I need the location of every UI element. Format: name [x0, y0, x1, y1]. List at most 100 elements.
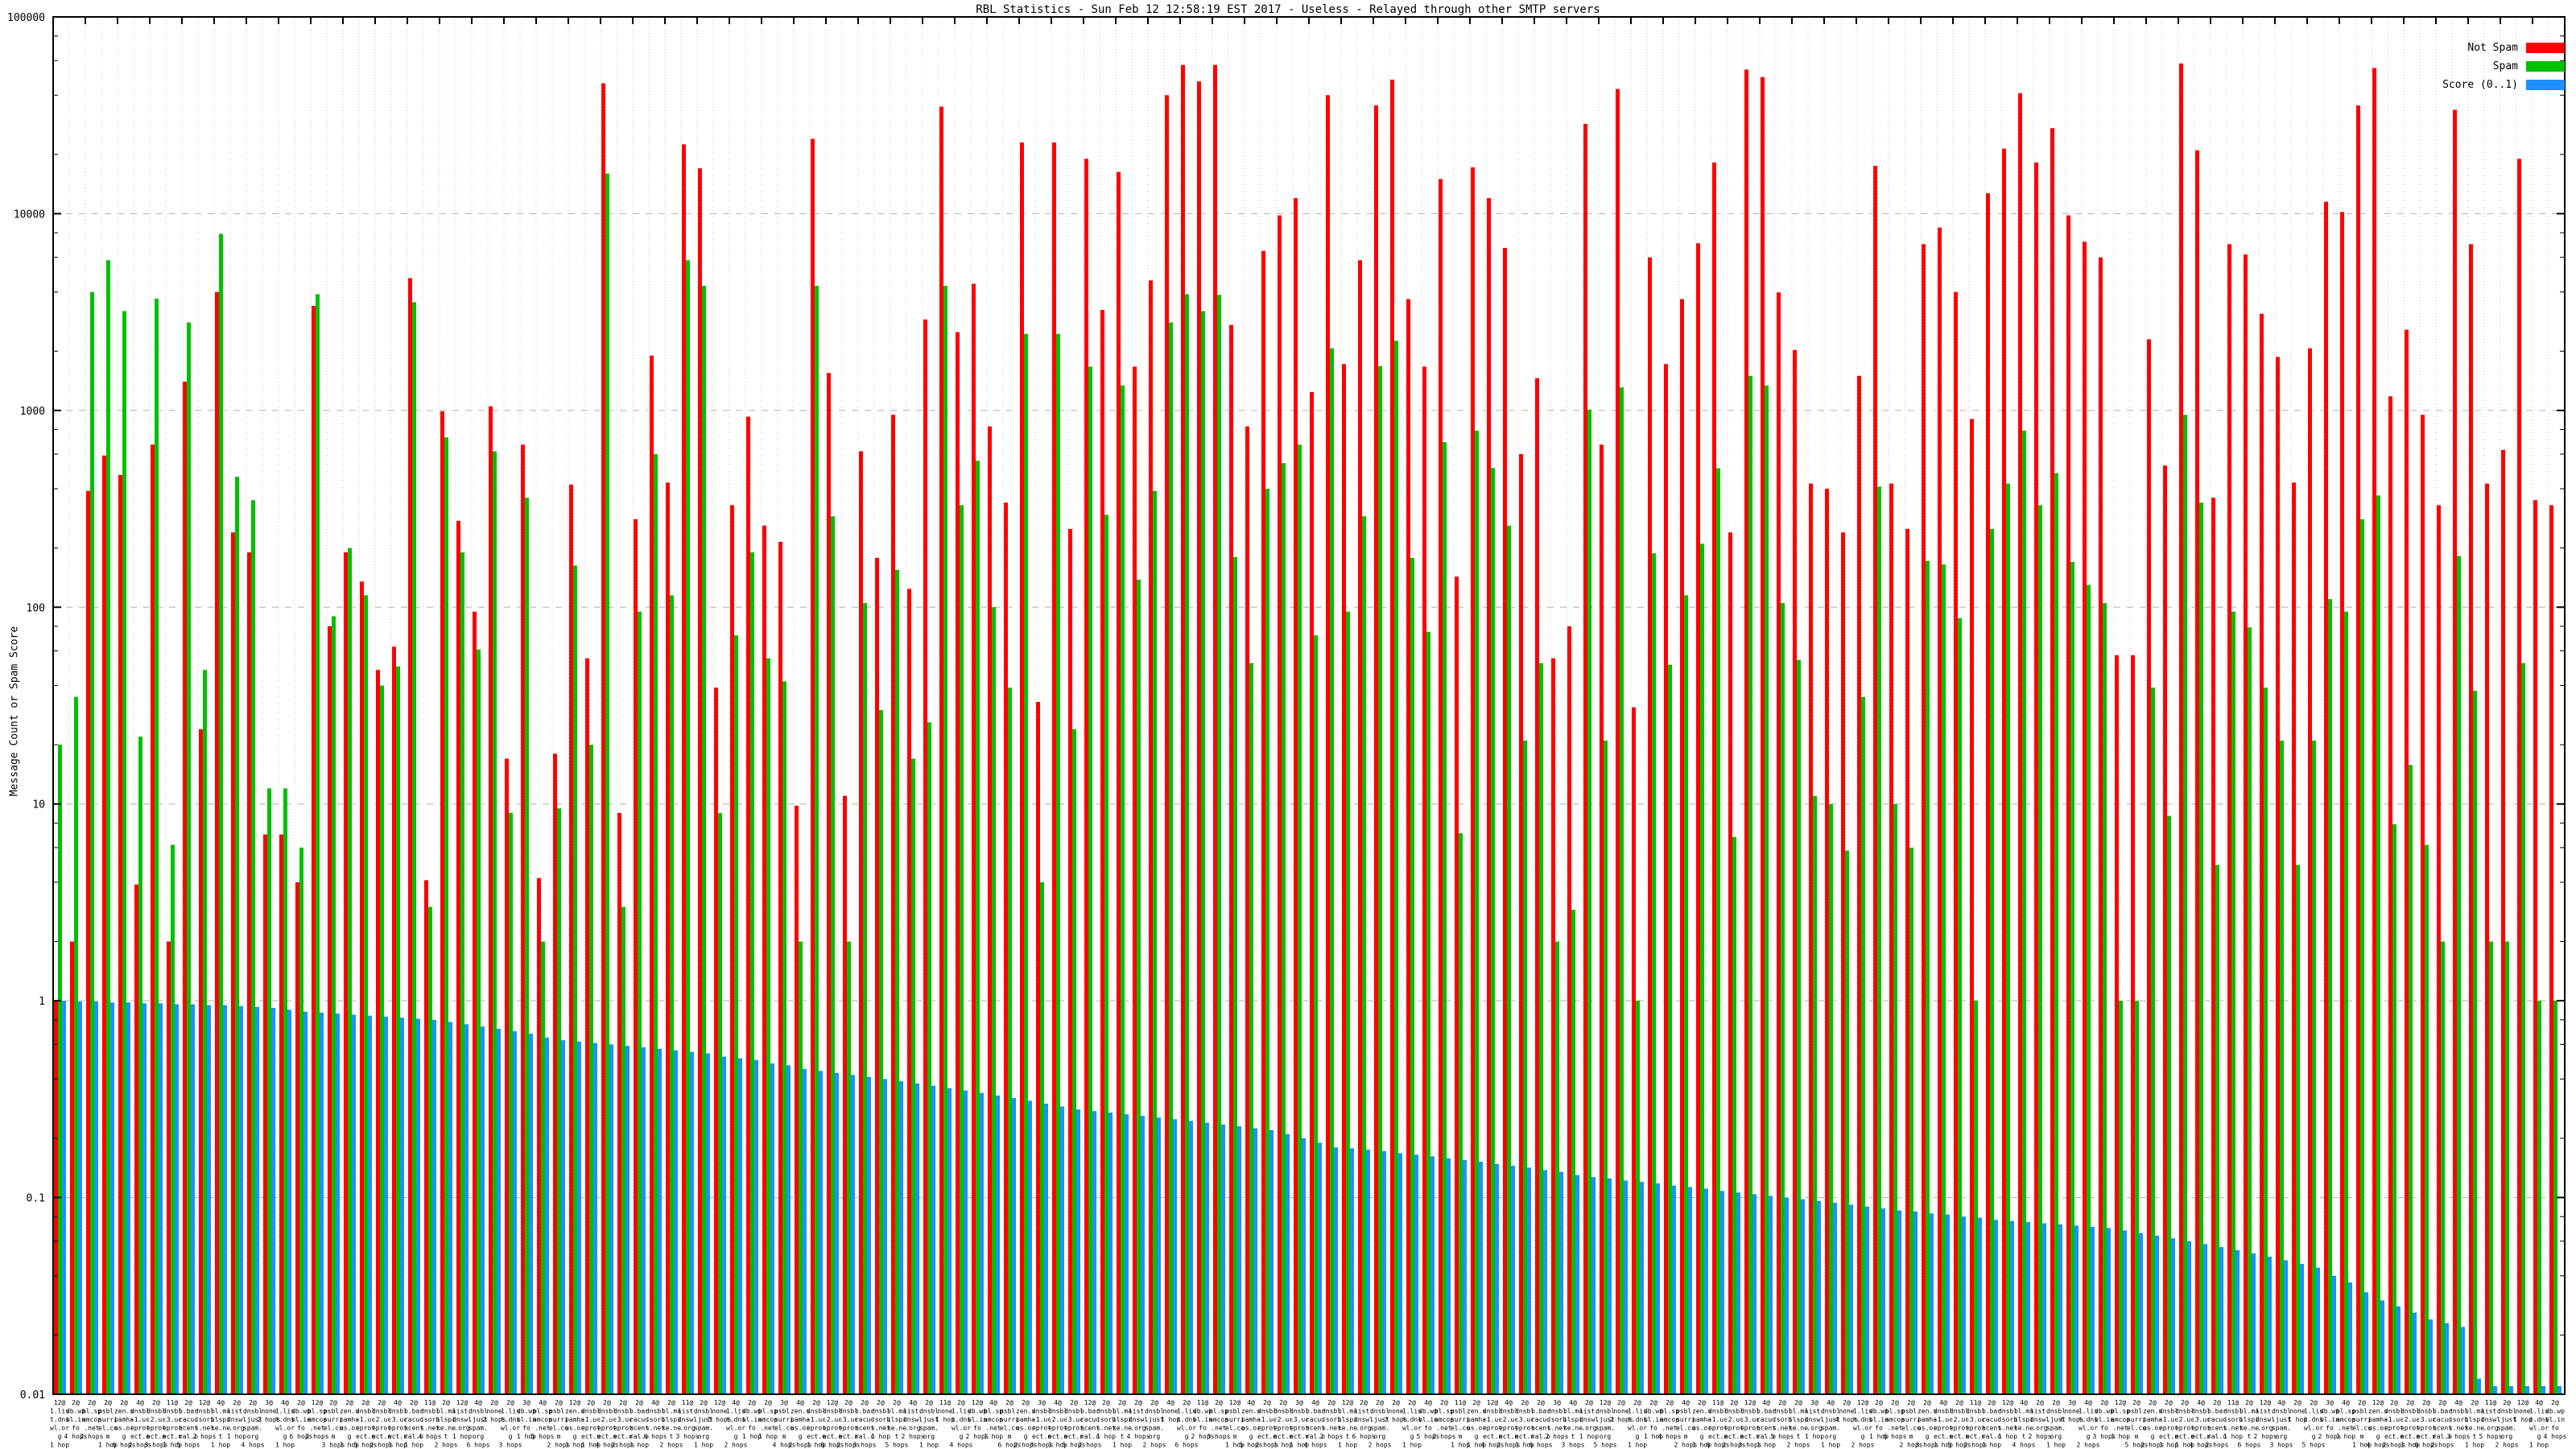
x-tick-label: 2@ — [442, 1399, 450, 1406]
legend-entry-spam: Spam — [2442, 57, 2565, 76]
x-tick-label: 2@ — [1215, 1399, 1223, 1406]
bar-score — [2074, 1225, 2079, 1394]
bar-not-spam — [2324, 202, 2328, 1394]
x-tick-label: 2@ — [1585, 1399, 1593, 1406]
x-tick-label: 2@ — [925, 1399, 933, 1406]
bar-not-spam — [1535, 378, 1539, 1394]
bar-score — [931, 1086, 935, 1394]
x-tick-label: 1 hop — [871, 1433, 890, 1440]
bar-spam — [2328, 599, 2332, 1394]
bar-spam — [2280, 741, 2284, 1394]
x-tick-label: ke.ne — [436, 1425, 456, 1432]
y-tick-label: 10000 — [14, 208, 45, 221]
bar-not-spam — [682, 144, 686, 1394]
bar-score — [2413, 1313, 2417, 1394]
x-tick-label: 3 hops — [1562, 1442, 1585, 1449]
x-tick-label: none — [937, 1408, 952, 1415]
bar-score — [1897, 1211, 1901, 1394]
bar-not-spam — [151, 444, 155, 1394]
x-tick-label: 2@ — [619, 1399, 627, 1406]
bar-not-spam — [537, 878, 541, 1394]
bar-score — [1962, 1216, 1966, 1394]
bar-spam — [396, 667, 400, 1394]
bar-not-spam — [1004, 502, 1008, 1394]
bar-spam — [1523, 741, 1527, 1394]
bar-score — [1865, 1207, 1869, 1394]
bar-spam — [477, 650, 481, 1394]
x-tick-label: 4@ — [1569, 1399, 1577, 1406]
x-tick-label: 4@ — [1505, 1399, 1513, 1406]
x-tick-label: 4@ — [136, 1399, 144, 1406]
bar-score — [1640, 1182, 1644, 1394]
x-tick-label: 3 hops — [2270, 1442, 2293, 1449]
bar-spam — [605, 174, 609, 1394]
x-tick-label: 2@ — [1633, 1399, 1641, 1406]
bar-spam — [2248, 627, 2252, 1394]
x-tick-label: 12@ — [54, 1399, 66, 1406]
x-tick-label: 11@ — [1455, 1399, 1467, 1406]
x-tick-label: g — [122, 1433, 126, 1440]
x-tick-label: org — [2276, 1433, 2288, 1440]
bar-spam — [1926, 561, 1930, 1394]
x-tick-label: 12@ — [2260, 1399, 2272, 1406]
bar-spam — [58, 745, 62, 1394]
bar-spam — [831, 516, 835, 1394]
x-tick-label: 2 hops — [1320, 1433, 1344, 1440]
bar-spam — [1459, 833, 1463, 1394]
x-tick-label: 2@ — [1408, 1399, 1416, 1406]
bar-spam — [1861, 697, 1865, 1394]
x-tick-label: 2@ — [700, 1399, 708, 1406]
x-tick-label: m — [332, 1433, 336, 1440]
bar-spam — [444, 437, 448, 1394]
bar-not-spam — [2211, 497, 2215, 1394]
x-tick-label: 1 hop — [1113, 1442, 1132, 1449]
x-tick-label: t — [444, 1433, 448, 1440]
bar-spam — [2344, 612, 2348, 1394]
bar-score — [2493, 1386, 2497, 1394]
bar-spam — [428, 907, 432, 1394]
x-tick-label: 11@ — [1712, 1399, 1724, 1406]
bar-not-spam — [263, 835, 267, 1394]
x-tick-label: wl.or — [1628, 1425, 1647, 1432]
bar-score — [239, 1006, 243, 1394]
bar-spam — [525, 497, 529, 1394]
x-tick-label: 2@ — [329, 1399, 337, 1406]
bar-score — [207, 1005, 211, 1394]
x-tick-label: 12@ — [1229, 1399, 1241, 1406]
legend-label-not-spam: Not Spam — [2467, 42, 2518, 54]
bar-score — [2252, 1253, 2256, 1394]
bar-spam — [106, 260, 110, 1394]
bar-not-spam — [1616, 89, 1620, 1394]
x-tick-label: 4 hops — [1658, 1433, 1682, 1440]
bar-spam — [879, 710, 883, 1394]
x-tick-label: 2@ — [893, 1399, 901, 1406]
x-tick-label: 12@ — [1744, 1399, 1757, 1406]
x-tick-label: none — [2515, 1408, 2530, 1415]
y-tick-label: 0.01 — [20, 1389, 45, 1402]
x-tick-label: 4@ — [2084, 1399, 2092, 1406]
x-tick-label: 1 hop — [984, 1433, 1003, 1440]
x-tick-label: 2@ — [490, 1399, 498, 1406]
bar-spam — [380, 686, 384, 1394]
x-tick-label: spam. — [2497, 1425, 2516, 1432]
bar-score — [1205, 1123, 1209, 1394]
x-tick-label: 2@ — [1118, 1399, 1126, 1406]
x-tick-label: org — [473, 1433, 485, 1440]
bar-not-spam — [778, 542, 782, 1394]
x-tick-label: spam. — [694, 1425, 713, 1432]
x-tick-label: 2@ — [1022, 1399, 1030, 1406]
bar-spam — [686, 260, 690, 1394]
x-tick-label: fo — [1649, 1425, 1657, 1432]
bar-score — [803, 1069, 807, 1394]
x-tick-label: 1 hop — [1579, 1433, 1599, 1440]
x-tick-label: spam. — [1145, 1425, 1164, 1432]
x-tick-label: .org — [2257, 1425, 2273, 1432]
bar-score — [1173, 1119, 1177, 1394]
bar-not-spam — [1487, 198, 1491, 1394]
x-tick-label: org — [1374, 1433, 1386, 1440]
bar-spam — [1893, 804, 1897, 1394]
x-tick-label: ke.ne — [2465, 1425, 2484, 1432]
bar-spam — [2473, 691, 2477, 1394]
bar-spam — [1507, 526, 1511, 1394]
bar-spam — [992, 607, 996, 1394]
